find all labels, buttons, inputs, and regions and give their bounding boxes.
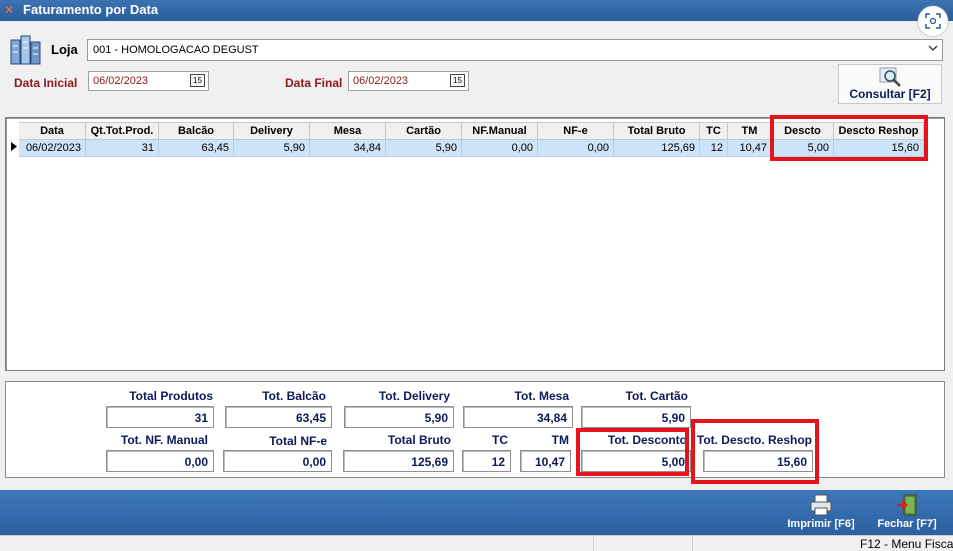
calendar-icon[interactable]: 15 — [450, 74, 465, 87]
data-final-value: 06/02/2023 — [353, 75, 409, 87]
col-header[interactable]: TC — [699, 122, 728, 140]
data-inicial-value: 06/02/2023 — [93, 75, 149, 87]
tc-value: 12 — [462, 450, 511, 472]
col-header[interactable]: NF-e — [537, 122, 614, 140]
table-cell[interactable]: 63,45 — [158, 139, 234, 157]
loja-value: 001 - HOMOLOGACAO DEGUST — [93, 44, 259, 56]
tot-nf-manual-label: Tot. NF. Manual — [120, 433, 208, 447]
status-separator — [692, 536, 693, 551]
fechar-button[interactable]: Fechar [F7] — [871, 494, 943, 530]
title-bar: ✕ Faturamento por Data — [0, 0, 953, 36]
table-cell[interactable]: 5,90 — [385, 139, 462, 157]
current-row-arrow-icon — [8, 139, 19, 157]
col-header[interactable]: Total Bruto — [613, 122, 700, 140]
col-header[interactable]: TM — [727, 122, 772, 140]
col-header[interactable]: Balcão — [158, 122, 234, 140]
scan-icon[interactable] — [918, 6, 948, 36]
status-bar: F12 - Menu Fiscal — [0, 535, 953, 551]
tot-cartao-label: Tot. Cartão — [625, 389, 688, 403]
imprimir-button[interactable]: Imprimir [F6] — [781, 494, 861, 530]
data-final-label: Data Final — [285, 76, 343, 90]
status-text: F12 - Menu Fiscal — [860, 537, 953, 551]
total-bruto-label: Total Bruto — [387, 433, 451, 447]
tot-cartao-value: 5,90 — [581, 406, 691, 428]
highlight-descto-columns — [770, 115, 928, 161]
tot-mesa-value: 34,84 — [463, 406, 573, 428]
total-bruto-value: 125,69 — [343, 450, 454, 472]
imprimir-label: Imprimir [F6] — [787, 518, 855, 530]
tot-balcao-label: Tot. Balcão — [262, 389, 326, 403]
loja-label: Loja — [51, 42, 78, 57]
app-icon: ✕ — [4, 3, 15, 17]
action-bar: Imprimir [F6] Fechar [F7] — [0, 490, 953, 535]
table-cell[interactable]: 34,84 — [309, 139, 386, 157]
store-building-icon — [9, 34, 42, 66]
total-nfe-value: 0,00 — [223, 450, 332, 472]
tot-mesa-label: Tot. Mesa — [514, 389, 569, 403]
col-header[interactable]: Mesa — [309, 122, 386, 140]
table-cell[interactable]: 12 — [699, 139, 728, 157]
tot-delivery-value: 5,90 — [344, 406, 454, 428]
col-header[interactable]: Delivery — [233, 122, 310, 140]
total-produtos-label: Total Produtos — [129, 389, 213, 403]
printer-icon — [781, 494, 861, 518]
data-final-field[interactable]: 06/02/2023 15 — [348, 71, 469, 91]
tm-value: 10,47 — [520, 450, 571, 472]
consultar-label: Consultar [F2] — [849, 87, 931, 101]
chevron-down-icon[interactable] — [928, 43, 938, 56]
consultar-button[interactable]: Consultar [F2] — [838, 64, 942, 104]
col-header[interactable]: Data — [18, 122, 86, 140]
table-cell[interactable]: 5,90 — [233, 139, 310, 157]
table-cell[interactable]: 125,69 — [613, 139, 700, 157]
total-nfe-label: Total NF-e — [269, 434, 327, 448]
tot-delivery-label: Tot. Delivery — [378, 389, 450, 403]
tm-label: TM — [551, 433, 569, 447]
col-header[interactable]: Qt.Tot.Prod. — [85, 122, 159, 140]
col-header[interactable]: Cartão — [385, 122, 462, 140]
col-header[interactable]: NF.Manual — [461, 122, 538, 140]
highlight-tot-desconto — [576, 428, 689, 476]
fechar-label: Fechar [F7] — [877, 518, 937, 530]
table-cell[interactable]: 06/02/2023 — [18, 139, 86, 157]
table-cell[interactable]: 0,00 — [537, 139, 614, 157]
data-inicial-field[interactable]: 06/02/2023 15 — [88, 71, 209, 91]
calendar-icon[interactable]: 15 — [190, 74, 205, 87]
table-cell[interactable]: 0,00 — [461, 139, 538, 157]
row-indicator-header — [8, 122, 19, 140]
tot-nf-manual-value: 0,00 — [106, 450, 214, 472]
tot-balcao-value: 63,45 — [225, 406, 332, 428]
status-separator — [593, 536, 594, 551]
loja-select[interactable]: 001 - HOMOLOGACAO DEGUST — [87, 39, 943, 61]
window-title: Faturamento por Data — [23, 2, 159, 17]
table-cell[interactable]: 31 — [85, 139, 159, 157]
exit-door-icon — [871, 494, 943, 518]
data-inicial-label: Data Inicial — [14, 76, 78, 90]
tc-label: TC — [492, 433, 508, 447]
highlight-tot-descto-reshop — [691, 419, 819, 484]
table-cell[interactable]: 10,47 — [727, 139, 772, 157]
total-produtos-value: 31 — [106, 406, 214, 428]
